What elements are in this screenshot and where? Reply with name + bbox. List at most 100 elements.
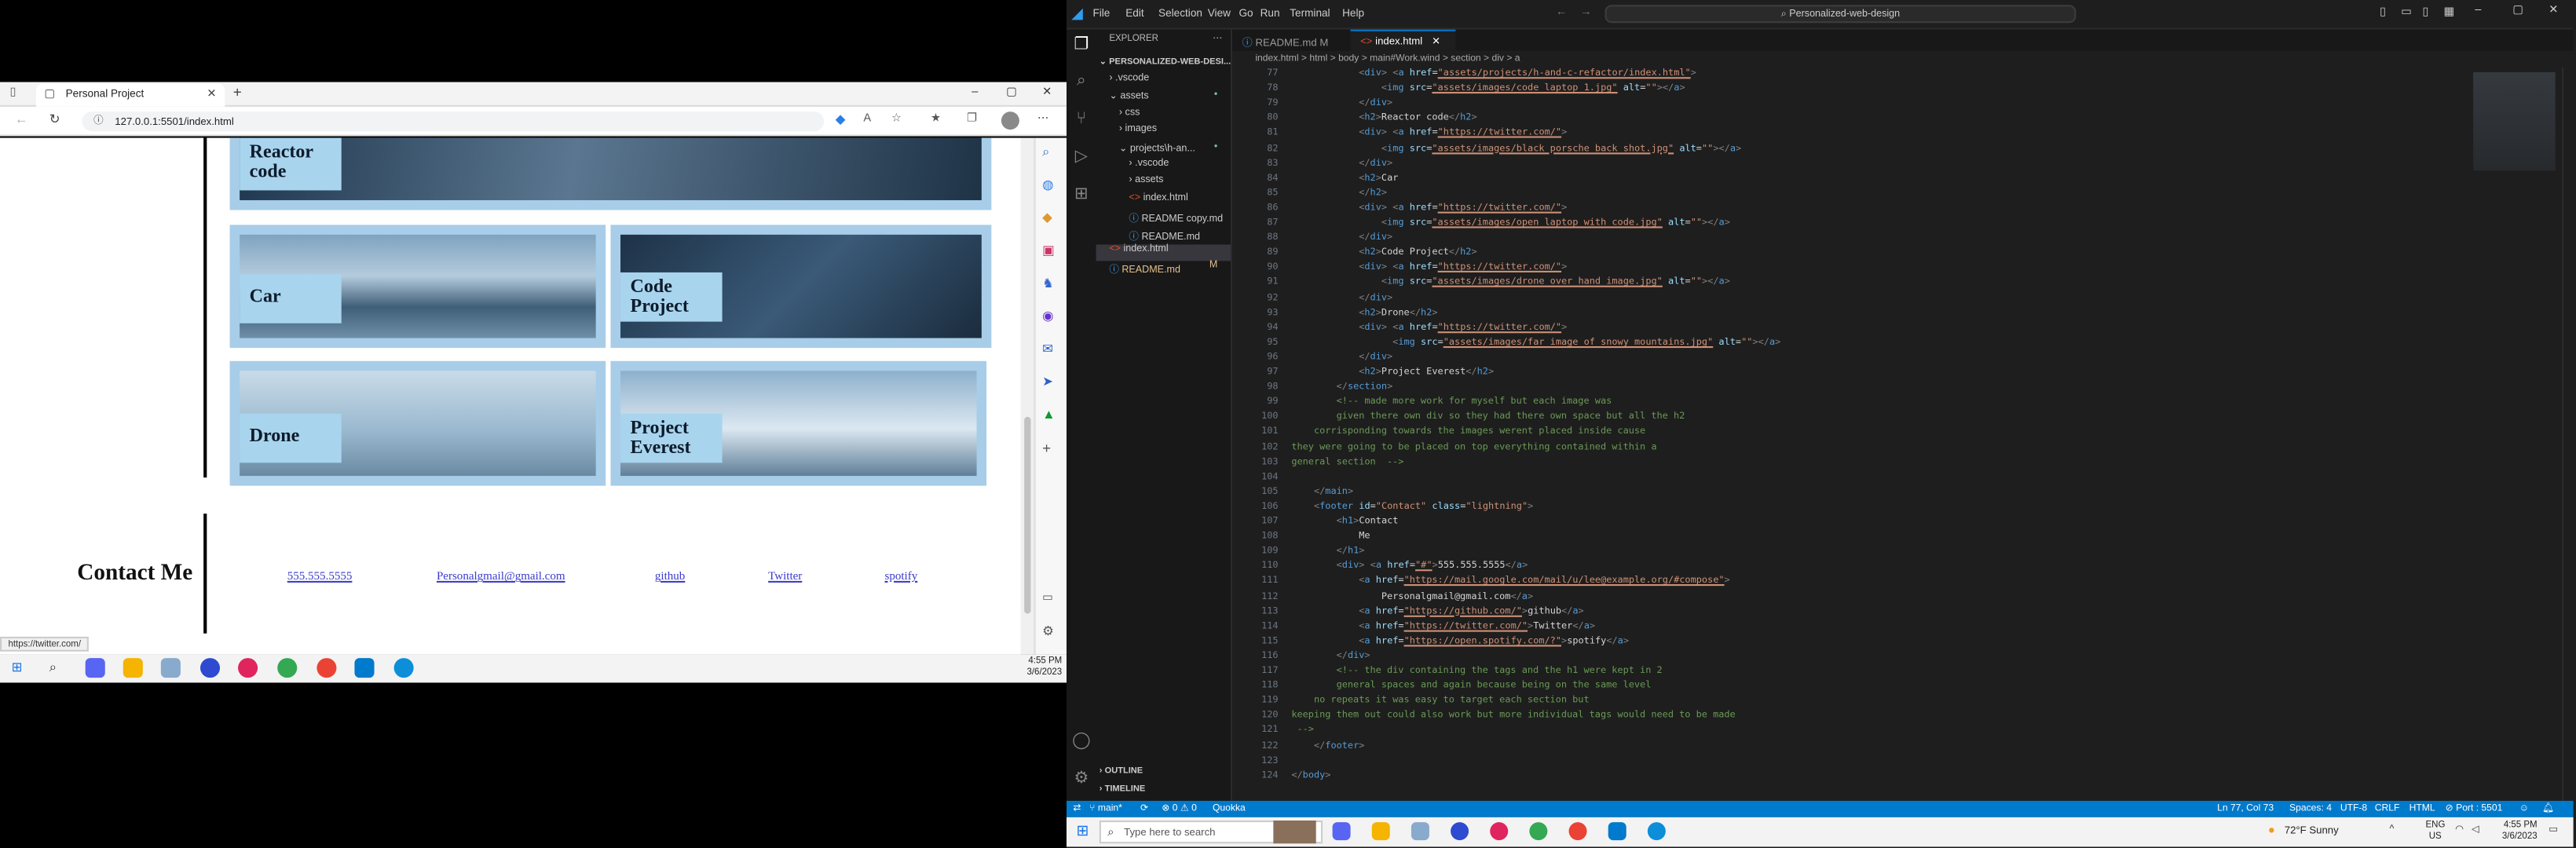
start-icon[interactable]: ⊞ [1077, 823, 1089, 839]
code-line[interactable]: 96 </div> [1232, 351, 1392, 366]
end-of-line[interactable]: CRLF [2375, 803, 2400, 813]
code-line[interactable]: 97 <h2>Project Everest</h2> [1232, 366, 1494, 381]
discord-icon[interactable] [85, 658, 105, 678]
discord-icon[interactable] [1332, 822, 1351, 841]
code-line[interactable]: 113 <a href="https://github.com/">github… [1232, 605, 1584, 620]
code-line[interactable]: 77 <div> <a href="assets/projects/h-and-… [1232, 68, 1696, 82]
project-root[interactable]: ⌄ PERSONALIZED-WEB-DESI... [1100, 57, 1231, 68]
minimap[interactable] [2463, 67, 2562, 801]
code-line[interactable]: 108 Me [1232, 530, 1370, 545]
tree-item[interactable]: ⓘ README copy.md [1096, 210, 1231, 227]
email-link[interactable]: Personalgmail@gmail.com [437, 569, 565, 583]
code-line[interactable]: 107 <h1>Contact [1232, 515, 1398, 530]
code-line[interactable]: 101 corrisponding towards the images wer… [1232, 426, 1645, 440]
code-line[interactable]: 100 given there own div so they had ther… [1232, 411, 1685, 426]
code-line[interactable]: 106 <footer id="Contact" class="lightnin… [1232, 500, 1533, 515]
tree-item[interactable]: ⓘ README.md M [1096, 261, 1231, 278]
tray-chevron-icon[interactable]: ^ [2390, 825, 2395, 835]
code-line[interactable]: 120 keeping them out could also work but … [1232, 710, 1736, 725]
menu-go[interactable]: Go [1239, 8, 1253, 20]
spotify-link[interactable]: spotify [885, 569, 918, 583]
weather-text[interactable]: 72°F Sunny [2285, 825, 2339, 837]
toggle-panel-icon[interactable]: ▭ [2401, 6, 2412, 18]
chrome-icon[interactable] [1529, 822, 1548, 841]
file-explorer-icon[interactable] [1371, 822, 1390, 841]
feedback-icon[interactable]: ☺ [2519, 803, 2529, 813]
account-icon[interactable]: ◯ [1071, 732, 1091, 751]
vscode-icon[interactable] [1608, 822, 1626, 841]
run-debug-icon[interactable]: ▷ [1071, 148, 1091, 167]
code-line[interactable]: 112 Personalgmail@gmail.com</a> [1232, 590, 1533, 605]
menu-file[interactable]: File [1092, 8, 1110, 20]
games-icon[interactable]: ♞ [1042, 276, 1054, 291]
code-line[interactable]: 118 general spaces and again because bei… [1232, 679, 1651, 694]
tree-item[interactable]: › images [1096, 125, 1231, 141]
code-line[interactable]: 102 they were going to be placed on top e… [1232, 440, 1656, 455]
code-line[interactable]: 117 <!-- the div containing the tags and… [1232, 664, 1663, 679]
more-options-icon[interactable]: ⋯ [1037, 113, 1049, 125]
close-window-button[interactable]: ✕ [2549, 5, 2558, 16]
code-line[interactable]: 115 <a href="https://open.spotify.com/?"… [1232, 634, 1629, 649]
code-line[interactable]: 89 <h2>Code Project</h2> [1232, 247, 1476, 261]
code-line[interactable]: 114 <a href="https://twitter.com/">Twitt… [1232, 620, 1595, 634]
tab-readme[interactable]: ⓘ README.md M [1232, 29, 1351, 51]
tree-item[interactable]: › assets [1096, 176, 1231, 192]
menu-terminal[interactable]: Terminal [1290, 8, 1330, 20]
extensions-icon[interactable]: ⊞ [1071, 185, 1091, 205]
menu-selection[interactable]: Selection [1158, 8, 1202, 20]
settings-icon[interactable]: ⚙ [1042, 624, 1054, 638]
split-screen-icon[interactable]: ▭ [1042, 592, 1053, 604]
app-icon[interactable] [1451, 822, 1469, 841]
gallery-tile-car[interactable]: Car [229, 225, 606, 349]
code-line[interactable]: 124 </body> [1232, 769, 1330, 784]
code-line[interactable]: 88 </div> [1232, 232, 1392, 247]
collections-icon[interactable]: ❐ [967, 113, 977, 125]
close-tab-icon[interactable]: ✕ [207, 89, 216, 101]
code-line[interactable]: 87 <img src="assets/images/open laptop w… [1232, 217, 1730, 232]
code-line[interactable]: 111 <a href="https://mail.google.com/mai… [1232, 575, 1730, 590]
quokka-status[interactable]: Quokka [1213, 803, 1246, 813]
minimize-button[interactable]: – [971, 87, 978, 99]
outline-section[interactable]: › OUTLINE [1100, 766, 1143, 777]
wifi-icon[interactable]: ◠ [2455, 825, 2464, 835]
browser-tab[interactable]: ▢ Personal Project ✕ [35, 83, 225, 107]
code-line[interactable]: 109 </h1> [1232, 545, 1364, 560]
code-line[interactable]: 119 no repeats it was easy to target eac… [1232, 694, 1590, 709]
branch-status[interactable]: ⑂ main* [1089, 803, 1122, 813]
encoding[interactable]: UTF-8 [2340, 803, 2367, 813]
problems-status[interactable]: ⊗ 0 ⚠ 0 [1162, 803, 1197, 813]
extension-icon[interactable]: ◆ [836, 112, 846, 126]
opera-icon[interactable] [238, 658, 258, 678]
code-line[interactable]: 91 <img src="assets/images/drone over ha… [1232, 276, 1730, 291]
menu-run[interactable]: Run [1261, 8, 1280, 20]
code-line[interactable]: 116 </div> [1232, 649, 1370, 664]
code-line[interactable]: 83 </div> [1232, 157, 1392, 172]
code-line[interactable]: 92 </div> [1232, 291, 1392, 306]
scrollbar-thumb[interactable] [1024, 416, 1031, 614]
office-icon[interactable]: ◉ [1042, 309, 1054, 323]
menu-edit[interactable]: Edit [1125, 8, 1143, 20]
search-icon[interactable]: ⌕ [1042, 145, 1049, 159]
code-line[interactable]: 123 [1232, 755, 1291, 769]
code-line[interactable]: 122 </footer> [1232, 740, 1364, 755]
address-bar[interactable]: ⓘ 127.0.0.1:5501/index.html [82, 111, 825, 132]
breadcrumb[interactable]: index.html > html > body > main#Work.win… [1232, 50, 2574, 68]
tree-item[interactable]: ⓘ README.md [1096, 228, 1231, 244]
tree-icon[interactable]: ▲ [1042, 408, 1056, 422]
search-icon[interactable]: ⌕ [1071, 72, 1091, 92]
shopping-icon[interactable]: ◆ [1042, 211, 1052, 225]
gallery-tile-everest[interactable]: Project Everest [610, 360, 987, 486]
vscode-icon[interactable] [354, 658, 375, 678]
code-line[interactable]: 110 <div> <a href="#">555.555.5555</a> [1232, 560, 1528, 575]
sidebar-toggle-icon[interactable]: ▯ [10, 87, 16, 99]
minimize-button[interactable]: – [2475, 5, 2481, 16]
back-icon[interactable]: ← [15, 112, 28, 126]
outlook-icon[interactable]: ✉ [1042, 342, 1053, 356]
notification-icon[interactable]: ▭ [2549, 825, 2558, 835]
code-line[interactable]: 103 general section --> [1232, 455, 1403, 470]
phone-link[interactable]: 555.555.5555 [287, 569, 353, 583]
code-line[interactable]: 95 <img src="assets/images/far image of … [1232, 336, 1780, 351]
code-line[interactable]: 80 <h2>Reactor code</h2> [1232, 112, 1476, 127]
edge-icon[interactable] [393, 658, 414, 678]
bing-icon[interactable]: ◍ [1042, 178, 1054, 192]
